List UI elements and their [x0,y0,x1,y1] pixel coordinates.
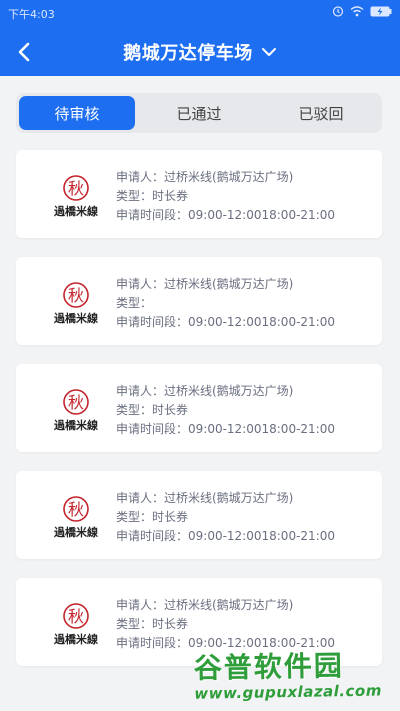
svg-text:過橋米線: 過橋米線 [53,418,98,432]
svg-text:秋: 秋 [68,500,84,519]
period-text: 申请时间段：09:00-12:0018:00-21:00 [116,315,335,329]
type-text: 类型：时长券 [116,510,189,524]
site-watermark: 谷普软件园 www.gupuxlazal.com [193,643,394,708]
app-header: 下午4:03 鹅城万达停车场 [0,0,400,76]
watermark-title: 谷普软件园 [193,649,345,685]
svg-text:過橋米線: 過橋米線 [53,204,98,218]
request-card[interactable]: 秋 過橋米線 申请人：过桥米线(鹅城万达广场) 类型：时长券 申请时间段：09:… [16,471,382,559]
merchant-logo: 秋 過橋米線 [53,603,98,646]
applicant-text: 申请人：过桥米线(鹅城万达广场) [116,170,294,184]
request-card[interactable]: 秋 過橋米線 申请人：过桥米线(鹅城万达广场) 类型： 申请时间段：09:00-… [16,257,382,345]
status-tabs: 待审核 已通过 已驳回 [16,93,382,133]
watermark-url: www.gupuxlazal.com [194,681,383,703]
status-icons [332,5,392,17]
type-text: 类型： [116,296,153,310]
period-text: 申请时间段：09:00-12:0018:00-21:00 [116,529,335,543]
merchant-logo: 秋 過橋米線 [53,496,98,539]
applicant-text: 申请人：过桥米线(鹅城万达广场) [116,277,294,291]
request-list: 秋 過橋米線 申请人：过桥米线(鹅城万达广场) 类型：时长券 申请时间段：09:… [16,150,382,685]
applicant-text: 申请人：过桥米线(鹅城万达广场) [116,384,294,398]
battery-icon [370,6,392,16]
svg-text:秋: 秋 [68,607,84,626]
applicant-text: 申请人：过桥米线(鹅城万达广场) [116,491,294,505]
merchant-logo: 秋 過橋米線 [53,389,98,432]
type-text: 类型：时长券 [116,617,189,631]
title-dropdown[interactable]: 鹅城万达停车场 [0,38,400,66]
tab-rejected[interactable]: 已驳回 [263,96,379,130]
svg-text:秋: 秋 [68,286,84,305]
alarm-icon [332,6,344,17]
page-title: 鹅城万达停车场 [123,43,253,64]
type-text: 类型：时长券 [116,403,189,417]
chevron-down-icon [261,48,276,56]
svg-text:過橋米線: 過橋米線 [53,525,98,539]
type-text: 类型：时长券 [116,189,189,203]
period-text: 申请时间段：09:00-12:0018:00-21:00 [116,422,335,436]
merchant-logo: 秋 過橋米線 [53,282,98,325]
tab-pending[interactable]: 待审核 [19,96,135,130]
request-card[interactable]: 秋 過橋米線 申请人：过桥米线(鹅城万达广场) 类型：时长券 申请时间段：09:… [16,364,382,452]
wifi-icon [350,5,364,16]
merchant-logo: 秋 過橋米線 [53,175,98,218]
status-bar: 下午4:03 [0,0,400,26]
svg-text:過橋米線: 過橋米線 [53,632,98,646]
period-text: 申请时间段：09:00-12:0018:00-21:00 [116,208,335,222]
status-time: 下午4:03 [8,8,55,21]
tab-approved[interactable]: 已通过 [141,96,257,130]
svg-text:過橋米線: 過橋米線 [53,311,98,325]
svg-text:秋: 秋 [68,393,84,412]
svg-text:秋: 秋 [68,179,84,198]
applicant-text: 申请人：过桥米线(鹅城万达广场) [116,598,294,612]
request-card[interactable]: 秋 過橋米線 申请人：过桥米线(鹅城万达广场) 类型：时长券 申请时间段：09:… [16,150,382,238]
